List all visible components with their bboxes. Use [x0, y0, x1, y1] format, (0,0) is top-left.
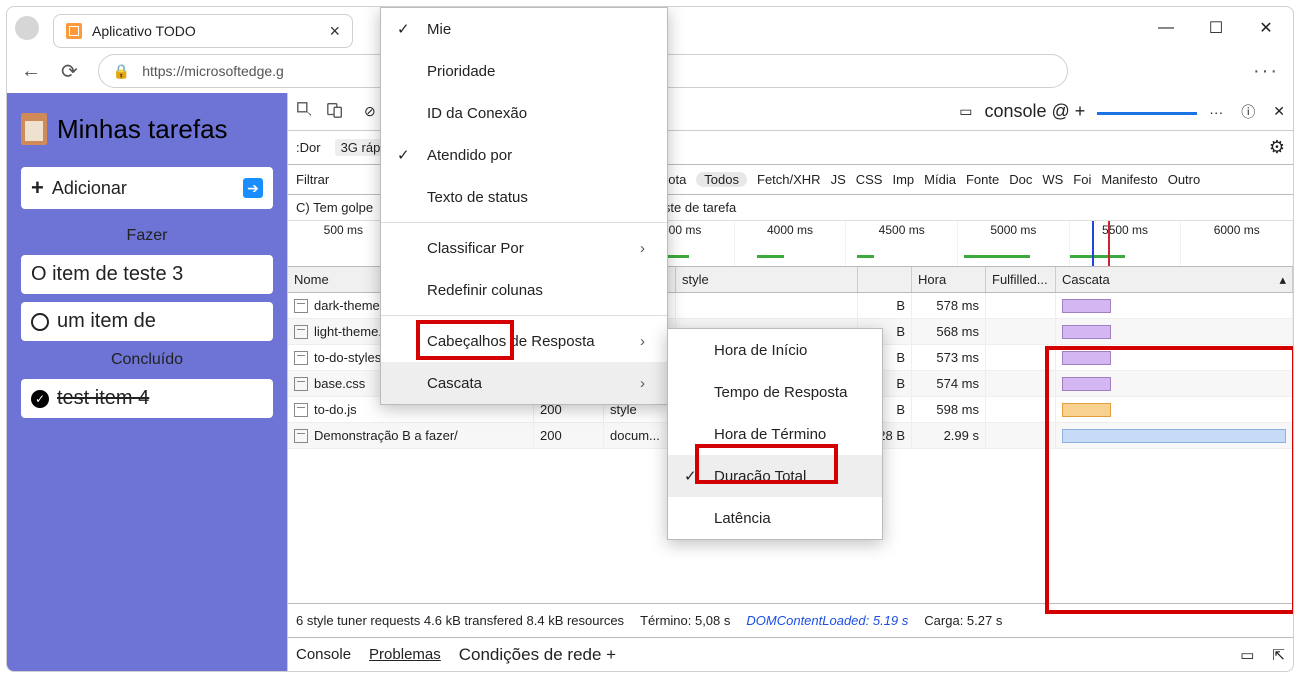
settings-gear-icon[interactable]: ⚙	[1269, 137, 1285, 158]
mi-classificar: Classificar Por›	[381, 227, 667, 269]
status-finish: Término: 5,08 s	[640, 613, 730, 628]
drawer-network-conditions[interactable]: Condições de rede +	[459, 645, 616, 665]
devtools-more-button[interactable]: ···	[1209, 104, 1223, 120]
section-done: Concluído	[21, 351, 273, 369]
drawer-export-icon[interactable]: ⇱	[1272, 646, 1285, 664]
tab-title: Aplicativo TODO	[92, 23, 196, 39]
filter-doc[interactable]: Doc	[1009, 172, 1032, 187]
mi-hora-inicio: Hora de Início	[668, 329, 882, 371]
mi-cascata: Cascata›	[381, 362, 667, 404]
task-umitem[interactable]: um item de	[21, 302, 273, 341]
console-icon: ▭	[959, 103, 972, 120]
back-button[interactable]: ←	[21, 60, 41, 83]
status-load: Carga: 5.27 s	[924, 613, 1002, 628]
block-icon[interactable]: ⊘	[364, 103, 376, 120]
col-size	[858, 267, 912, 292]
status-dcl: DOMContentLoaded: 5.19 s	[746, 613, 908, 628]
drawer: Console Problemas Condições de rede + ▭ …	[288, 637, 1293, 671]
column-context-menu[interactable]: ✓Mie Prioridade ID da Conexão ✓Atendido …	[380, 7, 668, 405]
clipboard-icon	[21, 113, 47, 145]
mi-mie: ✓Mie	[381, 8, 667, 50]
filter-fetch[interactable]: Fetch/XHR	[757, 172, 821, 187]
drawer-problems[interactable]: Problemas	[369, 646, 441, 663]
todo-app: Minhas tarefas + Adicionar ➔ Fazer O ite…	[7, 93, 287, 671]
task-test3[interactable]: O item de teste 3	[21, 255, 273, 294]
dor-label: :Dor	[296, 140, 321, 155]
filter-css[interactable]: CSS	[856, 172, 883, 187]
submit-icon[interactable]: ➔	[243, 178, 263, 198]
mi-tempo-resposta: Tempo de Resposta	[668, 371, 882, 413]
task-done4[interactable]: ✓test item 4	[21, 379, 273, 418]
filter-js[interactable]: JS	[831, 172, 846, 187]
mi-idconexao: ID da Conexão	[381, 92, 667, 134]
browser-menu-button[interactable]: ···	[1253, 60, 1279, 83]
checked-icon: ✓	[31, 390, 49, 408]
unchecked-icon	[31, 313, 49, 331]
col-time: Hora	[912, 267, 986, 292]
file-icon	[294, 429, 308, 443]
filter-other[interactable]: Outro	[1168, 172, 1201, 187]
col-waterfall: Cascata▴	[1056, 267, 1293, 292]
col-style: style	[676, 267, 858, 292]
filter-ws[interactable]: WS	[1042, 172, 1063, 187]
mi-redefinir: Redefinir colunas	[381, 269, 667, 311]
add-task-button[interactable]: + Adicionar ➔	[21, 167, 273, 209]
filter-manifest[interactable]: Manifesto	[1101, 172, 1157, 187]
maximize-button[interactable]: ☐	[1201, 13, 1231, 43]
help-icon[interactable]: ⓘ	[1241, 102, 1255, 122]
active-tab-indicator	[1097, 108, 1197, 115]
golpe-text: C) Tem golpe	[296, 200, 373, 215]
lock-icon: 🔒	[113, 63, 130, 80]
plus-icon: +	[31, 175, 44, 201]
mi-cabecalhos: Cabeçalhos de Resposta›	[381, 320, 667, 362]
drawer-console[interactable]: Console	[296, 646, 351, 663]
filter-label[interactable]: Filtrar	[296, 172, 329, 187]
url-text: https://microsoftedge.g	[142, 63, 284, 79]
mi-prioridade: Prioridade	[381, 50, 667, 92]
devtools-close-button[interactable]: ✕	[1273, 103, 1285, 120]
section-todo: Fazer	[21, 227, 273, 245]
filter-all[interactable]: Todos	[696, 172, 747, 187]
mi-hora-termino: Hora de Término	[668, 413, 882, 455]
col-fulfilled: Fulfilled...	[986, 267, 1056, 292]
close-window-button[interactable]: ✕	[1251, 13, 1281, 43]
browser-tab[interactable]: Aplicativo TODO ×	[53, 14, 353, 48]
file-icon	[294, 377, 308, 391]
profile-avatar[interactable]	[15, 16, 39, 40]
drawer-dock-icon[interactable]: ▭	[1240, 646, 1254, 664]
device-icon[interactable]	[326, 101, 344, 122]
file-icon	[294, 325, 308, 339]
mi-atendido: ✓Atendido por	[381, 134, 667, 176]
mi-latencia: Latência	[668, 497, 882, 539]
minimize-button[interactable]: —	[1151, 13, 1181, 43]
inspect-icon[interactable]	[296, 101, 314, 122]
app-title: Minhas tarefas	[21, 113, 273, 145]
refresh-button[interactable]: ⟳	[61, 59, 78, 84]
file-icon	[294, 299, 308, 313]
console-tab-label[interactable]: console @ +	[984, 101, 1085, 122]
filter-font[interactable]: Fonte	[966, 172, 999, 187]
mi-texto-status: Texto de status	[381, 176, 667, 218]
status-bar: 6 style tuner requests 4.6 kB transfered…	[288, 603, 1293, 637]
filter-img[interactable]: Imp	[892, 172, 914, 187]
mi-duracao-total: ✓Duração Total	[668, 455, 882, 497]
filter-media[interactable]: Mídia	[924, 172, 956, 187]
cascata-submenu[interactable]: Hora de Início Tempo de Resposta Hora de…	[667, 328, 883, 540]
tab-favicon	[66, 23, 82, 39]
file-icon	[294, 403, 308, 417]
filter-wasm[interactable]: Foi	[1073, 172, 1091, 187]
status-summary: 6 style tuner requests 4.6 kB transfered…	[296, 613, 624, 628]
close-tab-icon[interactable]: ×	[329, 21, 340, 42]
file-icon	[294, 351, 308, 365]
